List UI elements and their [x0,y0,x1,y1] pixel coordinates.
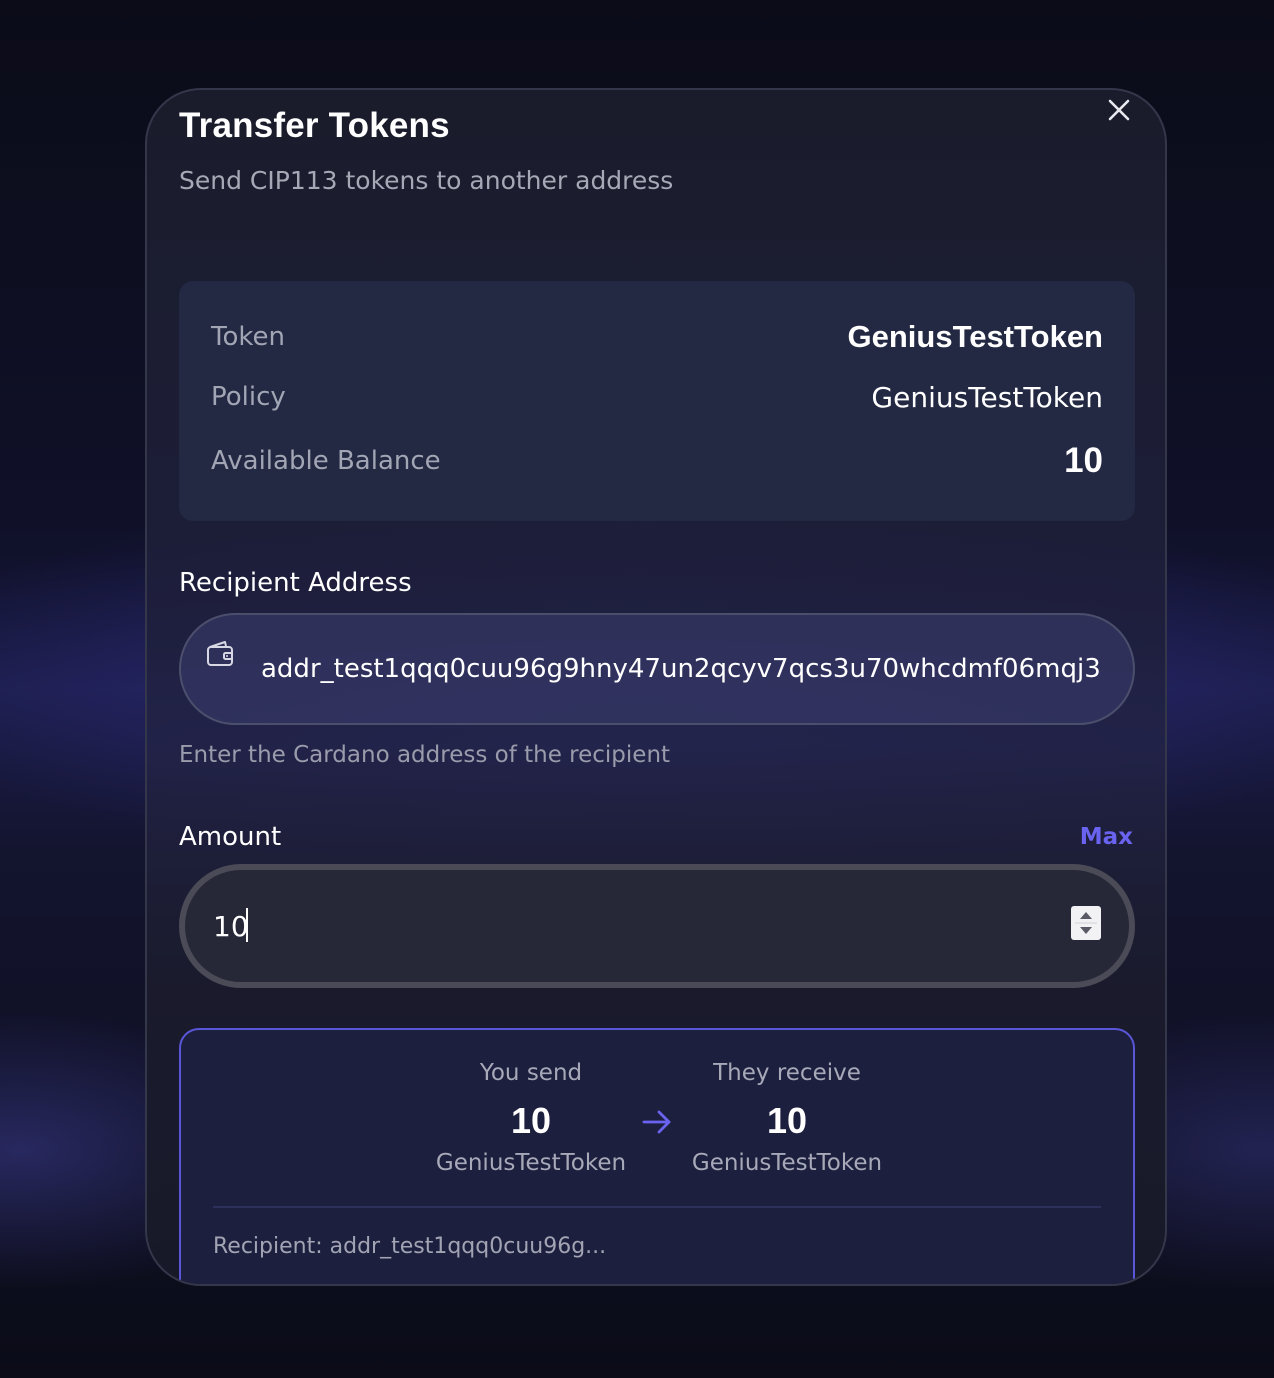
amount-field[interactable] [179,864,1135,988]
close-icon [1108,99,1130,121]
balance-label: Available Balance [211,446,441,476]
max-button[interactable]: Max [1080,824,1133,850]
amount-label: Amount [179,822,282,852]
summary-divider [213,1206,1101,1208]
send-summary: You send 10 GeniusTestToken [401,1060,661,1176]
receive-token: GeniusTestToken [691,1150,883,1176]
amount-input[interactable] [213,898,1033,954]
send-token: GeniusTestToken [435,1150,627,1176]
token-row: Token GeniusTestToken [211,317,1103,357]
policy-row: Policy GeniusTestToken [211,377,1103,417]
text-caret [246,908,248,942]
send-amount: 10 [510,1100,552,1141]
summary-recipient: Recipient: addr_test1qqq0cuu96g... [213,1234,607,1259]
token-label: Token [211,322,285,352]
wallet-icon [207,641,233,666]
recipient-address-label: Recipient Address [179,568,412,598]
dialog-subtitle: Send CIP113 tokens to another address [179,166,674,195]
send-caption: You send [479,1060,583,1086]
transfer-summary: You send 10 GeniusTestToken They receive… [179,1028,1135,1284]
balance-row: Available Balance 10 [211,441,1103,481]
recipient-address-field[interactable] [179,613,1135,725]
token-value: GeniusTestToken [847,319,1103,354]
amount-stepper[interactable] [1071,906,1101,940]
receive-amount: 10 [766,1100,808,1141]
token-info-card: Token GeniusTestToken Policy GeniusTestT… [179,281,1135,521]
transfer-tokens-dialog: Transfer Tokens Send CIP113 tokens to an… [145,88,1167,1286]
receive-caption: They receive [713,1060,861,1086]
receive-summary: They receive 10 GeniusTestToken [657,1060,917,1176]
policy-label: Policy [211,382,286,412]
stepper-arrows-icon [1075,912,1097,934]
policy-value: GeniusTestToken [871,380,1103,414]
close-button[interactable] [1105,96,1133,124]
dialog-title: Transfer Tokens [179,106,450,145]
balance-value: 10 [1064,441,1103,480]
recipient-address-input[interactable] [261,641,1101,697]
recipient-helper-text: Enter the Cardano address of the recipie… [179,742,671,768]
